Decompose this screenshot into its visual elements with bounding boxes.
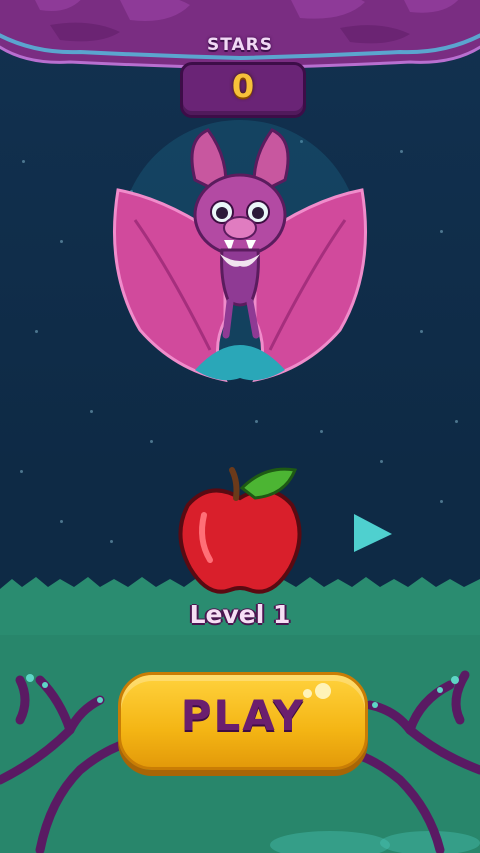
level-label: Level 1 [189,600,291,629]
bat-character-icon [113,120,367,383]
stars-label: STARS [206,35,273,55]
stars-count: 0 [231,67,255,105]
play-button-label: PLAY [180,691,306,740]
apple-level-icon[interactable] [170,460,310,600]
stars-counter-plate: 0 [180,62,306,118]
game-scene: STARS 0 Level 1 PLAY [0,0,480,853]
next-level-arrow-icon[interactable] [350,510,394,554]
play-button[interactable]: PLAY [118,672,368,770]
